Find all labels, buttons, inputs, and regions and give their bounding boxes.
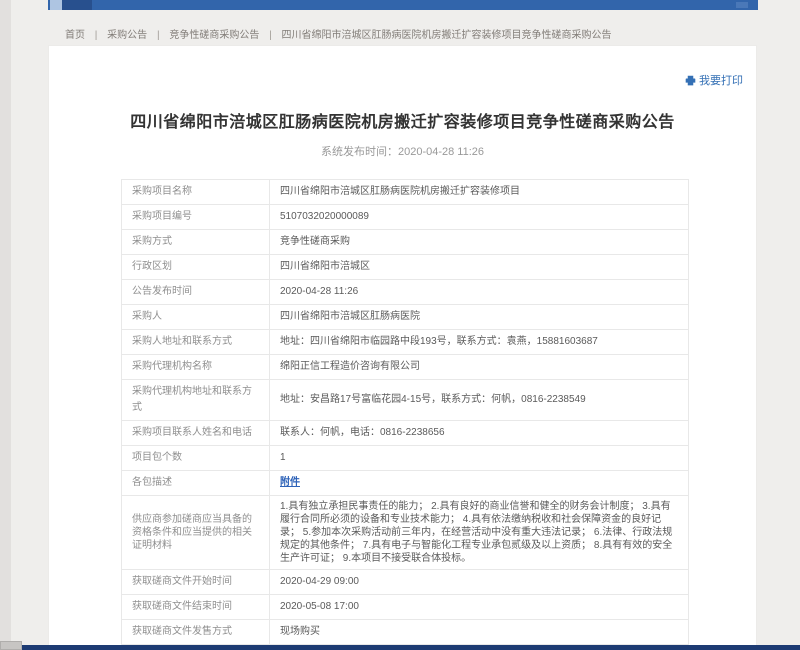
table-row: 项目包个数 1 xyxy=(122,446,689,471)
table-row: 采购项目联系人姓名和电话 联系人：何帆，电话：0816-2238656 xyxy=(122,421,689,446)
breadcrumb-home-link[interactable]: 首页 xyxy=(65,30,85,41)
row-value: 地址：四川省绵阳市临园路中段193号，联系方式：袁燕，15881603687 xyxy=(270,330,689,355)
breadcrumb-competitive-consultation-link[interactable]: 竞争性磋商采购公告 xyxy=(169,30,259,41)
table-row: 各包描述 附件 xyxy=(122,471,689,496)
table-row: 获取磋商文件开始时间 2020-04-29 09:00 xyxy=(122,570,689,595)
breadcrumb-procurement-notices-link[interactable]: 采购公告 xyxy=(107,30,147,41)
row-value: 联系人：何帆，电话：0816-2238656 xyxy=(270,421,689,446)
table-row: 行政区划 四川省绵阳市涪城区 xyxy=(122,255,689,280)
breadcrumb-separator: | xyxy=(157,30,160,41)
printer-icon xyxy=(685,75,696,86)
row-label: 采购人地址和联系方式 xyxy=(122,330,270,355)
row-label: 各包描述 xyxy=(122,471,270,496)
row-label: 获取磋商文件结束时间 xyxy=(122,595,270,620)
row-label: 供应商参加磋商应当具备的资格条件和应当提供的相关证明材料 xyxy=(122,496,270,570)
row-label: 采购代理机构名称 xyxy=(122,355,270,380)
top-nav-bar-clipped xyxy=(48,0,758,10)
row-label: 项目包个数 xyxy=(122,446,270,471)
table-row: 采购项目名称 四川省绵阳市涪城区肛肠病医院机房搬迁扩容装修项目 xyxy=(122,180,689,205)
publish-time: 系统发布时间：2020-04-28 11:26 xyxy=(49,143,756,159)
row-value: 地址：安昌路17号富临花园4-15号，联系方式：何帆，0816-2238549 xyxy=(270,380,689,421)
horizontal-scrollbar-thumb[interactable] xyxy=(0,641,22,650)
row-label: 采购项目名称 xyxy=(122,180,270,205)
breadcrumb-current-page: 四川省绵阳市涪城区肛肠病医院机房搬迁扩容装修项目竞争性磋商采购公告 xyxy=(282,30,612,41)
footer-top-border xyxy=(0,645,800,650)
row-value: 四川省绵阳市涪城区肛肠病医院 xyxy=(270,305,689,330)
row-label: 公告发布时间 xyxy=(122,280,270,305)
topbar-logo-block xyxy=(50,0,62,10)
table-row: 获取磋商文件发售方式 现场购买 xyxy=(122,620,689,645)
row-value: 四川省绵阳市涪城区 xyxy=(270,255,689,280)
announcement-detail-table: 采购项目名称 四川省绵阳市涪城区肛肠病医院机房搬迁扩容装修项目 采购项目编号 5… xyxy=(121,179,689,650)
row-label: 采购方式 xyxy=(122,230,270,255)
page-left-margin xyxy=(0,0,11,650)
row-label: 采购项目编号 xyxy=(122,205,270,230)
print-button[interactable]: 我要打印 xyxy=(685,72,743,88)
table-row: 采购方式 竞争性磋商采购 xyxy=(122,230,689,255)
topbar-right-icon xyxy=(736,2,748,8)
row-label: 获取磋商文件发售方式 xyxy=(122,620,270,645)
page-title: 四川省绵阳市涪城区肛肠病医院机房搬迁扩容装修项目竞争性磋商采购公告 xyxy=(49,108,756,132)
table-row: 获取磋商文件结束时间 2020-05-08 17:00 xyxy=(122,595,689,620)
table-row: 采购人 四川省绵阳市涪城区肛肠病医院 xyxy=(122,305,689,330)
row-value: 2020-04-28 11:26 xyxy=(270,280,689,305)
row-value: 附件 xyxy=(270,471,689,496)
row-label: 采购项目联系人姓名和电话 xyxy=(122,421,270,446)
page: 首页 | 采购公告 | 竞争性磋商采购公告 | 四川省绵阳市涪城区肛肠病医院机房… xyxy=(0,0,800,650)
table-row: 采购代理机构地址和联系方式 地址：安昌路17号富临花园4-15号，联系方式：何帆… xyxy=(122,380,689,421)
row-label: 采购人 xyxy=(122,305,270,330)
row-label: 获取磋商文件开始时间 xyxy=(122,570,270,595)
table-row: 采购项目编号 5107032020000089 xyxy=(122,205,689,230)
row-value: 四川省绵阳市涪城区肛肠病医院机房搬迁扩容装修项目 xyxy=(270,180,689,205)
breadcrumb-separator: | xyxy=(269,30,272,41)
row-value: 5107032020000089 xyxy=(270,205,689,230)
content-panel: 我要打印 四川省绵阳市涪城区肛肠病医院机房搬迁扩容装修项目竞争性磋商采购公告 系… xyxy=(48,45,757,650)
breadcrumb-separator: | xyxy=(95,30,98,41)
print-button-label: 我要打印 xyxy=(699,72,743,88)
table-row: 采购人地址和联系方式 地址：四川省绵阳市临园路中段193号，联系方式：袁燕，15… xyxy=(122,330,689,355)
row-value: 现场购买 xyxy=(270,620,689,645)
row-value: 竞争性磋商采购 xyxy=(270,230,689,255)
row-value: 2020-05-08 17:00 xyxy=(270,595,689,620)
row-value: 绵阳正信工程造价咨询有限公司 xyxy=(270,355,689,380)
table-row: 公告发布时间 2020-04-28 11:26 xyxy=(122,280,689,305)
table-row: 采购代理机构名称 绵阳正信工程造价咨询有限公司 xyxy=(122,355,689,380)
row-value: 1 xyxy=(270,446,689,471)
row-value: 2020-04-29 09:00 xyxy=(270,570,689,595)
breadcrumb: 首页 | 采购公告 | 竞争性磋商采购公告 | 四川省绵阳市涪城区肛肠病医院机房… xyxy=(65,26,612,41)
row-label: 采购代理机构地址和联系方式 xyxy=(122,380,270,421)
table-row: 供应商参加磋商应当具备的资格条件和应当提供的相关证明材料 1.具有独立承担民事责… xyxy=(122,496,689,570)
topbar-active-segment xyxy=(62,0,92,10)
attachment-link[interactable]: 附件 xyxy=(280,477,300,488)
row-label: 行政区划 xyxy=(122,255,270,280)
row-value: 1.具有独立承担民事责任的能力； 2.具有良好的商业信誉和健全的财务会计制度； … xyxy=(270,496,689,570)
